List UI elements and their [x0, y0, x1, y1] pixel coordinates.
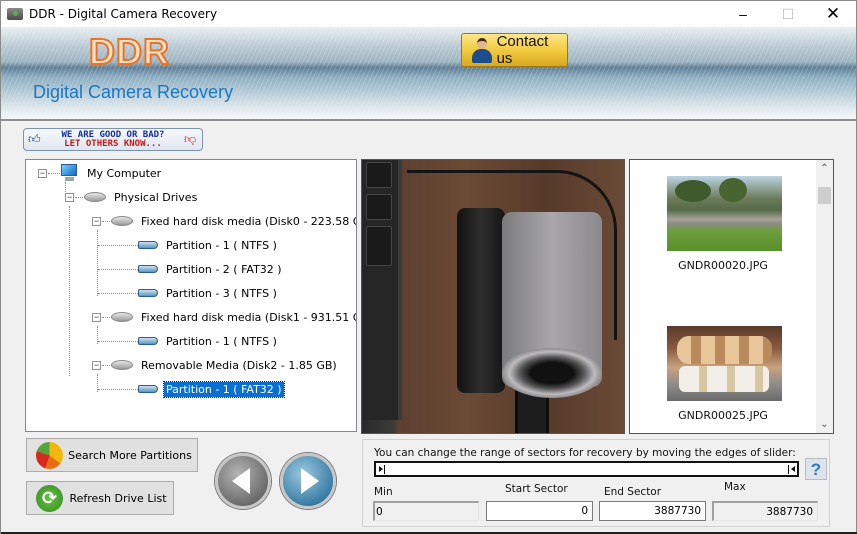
thumbnail-filename: GNDR00020.JPG — [678, 259, 768, 272]
removable-drive-icon — [111, 360, 133, 370]
partition-icon — [138, 265, 158, 273]
tree-node-label: Partition - 1 ( NTFS ) — [166, 238, 277, 252]
thumbs-down-icon: 👎︎ — [184, 132, 197, 146]
drive-tree[interactable]: − − − − − My Computer Physical Drives Fi… — [25, 159, 357, 432]
min-label: Min — [374, 486, 393, 498]
partition-icon — [138, 289, 158, 297]
tree-node-label: Partition - 2 ( FAT32 ) — [166, 262, 282, 276]
rate-line-2: LET OTHERS KNOW... — [64, 138, 162, 149]
thumbnail-image[interactable] — [667, 326, 782, 401]
tree-node-label: My Computer — [87, 166, 162, 180]
slider-end-handle[interactable] — [788, 465, 796, 474]
minimize-button[interactable]: – — [720, 1, 766, 27]
partition-icon — [138, 337, 158, 345]
collapse-toggle[interactable]: − — [92, 313, 101, 322]
app-window: DDR - Digital Camera Recovery – ☐ ✕ DDR … — [0, 0, 857, 534]
recovered-files-list[interactable]: GNDR00020.JPG GNDR00025.JPG ⌃ ⌄ — [629, 159, 834, 434]
hard-drive-icon — [84, 192, 106, 202]
rate-us-button[interactable]: 👍︎ WE ARE GOOD OR BAD? LET OTHERS KNOW..… — [23, 128, 203, 151]
tree-node-partition[interactable]: Partition - 3 ( NTFS ) — [138, 283, 279, 303]
tree-node-label: Partition - 1 ( NTFS ) — [166, 334, 277, 348]
help-button[interactable]: ? — [805, 458, 827, 480]
tree-connector — [98, 245, 138, 246]
close-button[interactable]: ✕ — [810, 1, 856, 27]
hard-drive-icon — [111, 216, 133, 226]
tree-connector — [98, 341, 138, 342]
end-sector-input[interactable]: 3887730 — [599, 501, 706, 521]
tree-node-partition[interactable]: Partition - 1 ( NTFS ) — [138, 331, 279, 351]
maximize-button[interactable]: ☐ — [765, 1, 811, 27]
sector-range-slider[interactable] — [374, 461, 799, 477]
start-sector-input[interactable]: 0 — [486, 501, 593, 521]
ddr-logo: DDR — [88, 30, 170, 73]
max-sector-field: 3887730 — [712, 501, 818, 521]
sector-range-group: You can change the range of sectors for … — [362, 439, 830, 527]
tree-connector — [98, 293, 138, 294]
forward-arrow-icon — [301, 468, 319, 494]
thumbs-up-icon: 👍︎ — [28, 132, 41, 146]
tree-node-label: Partition - 3 ( NTFS ) — [166, 286, 277, 300]
title-bar: DDR - Digital Camera Recovery – ☐ ✕ — [1, 1, 856, 27]
scroll-down-icon[interactable]: ⌄ — [816, 416, 833, 433]
vertical-scrollbar[interactable]: ⌃ ⌄ — [816, 160, 833, 433]
tree-node-disk0[interactable]: Fixed hard disk media (Disk0 - 223.58 GB… — [111, 211, 357, 231]
tree-node-partition[interactable]: Partition - 1 ( NTFS ) — [138, 235, 279, 255]
start-sector-label: Start Sector — [505, 483, 568, 495]
pie-chart-icon — [36, 441, 63, 469]
contact-us-label: Contact us — [496, 33, 549, 67]
tree-node-physical-drives[interactable]: Physical Drives — [84, 187, 199, 207]
refresh-icon: ⟳ — [36, 484, 63, 512]
sector-range-hint: You can change the range of sectors for … — [374, 447, 796, 459]
tree-connector — [98, 389, 138, 390]
refresh-drive-list-button[interactable]: ⟳ Refresh Drive List — [26, 481, 174, 515]
tree-connector — [97, 230, 98, 296]
header-banner: DDR Digital Camera Recovery Contact us — [1, 27, 856, 121]
computer-icon — [59, 164, 79, 182]
camera-app-icon — [7, 8, 23, 20]
slider-start-handle[interactable] — [377, 465, 385, 474]
collapse-toggle[interactable]: − — [65, 193, 74, 202]
tree-connector — [69, 206, 70, 376]
thumbnail-image[interactable] — [667, 176, 782, 251]
tree-node-label: Physical Drives — [114, 190, 198, 204]
end-sector-label: End Sector — [604, 486, 662, 498]
search-more-partitions-button[interactable]: Search More Partitions — [26, 438, 198, 472]
keyboard-graphic — [362, 160, 402, 420]
tree-node-label: Removable Media (Disk2 - 1.85 GB) — [141, 358, 337, 372]
camcorder-graphic — [457, 208, 607, 433]
partition-icon — [138, 385, 158, 393]
next-button[interactable] — [280, 453, 336, 509]
collapse-toggle[interactable]: − — [92, 217, 101, 226]
back-button[interactable] — [215, 453, 271, 509]
window-title: DDR - Digital Camera Recovery — [29, 7, 218, 21]
collapse-toggle[interactable]: − — [92, 361, 101, 370]
button-label: Search More Partitions — [68, 448, 192, 462]
tree-node-label: Fixed hard disk media (Disk1 - 931.51 GB… — [141, 310, 357, 324]
tree-node-my-computer[interactable]: My Computer — [59, 163, 163, 183]
collapse-toggle[interactable]: − — [38, 169, 47, 178]
camera-preview-image — [361, 159, 625, 434]
tree-node-label: Partition - 1 ( FAT32 ) — [163, 380, 285, 398]
tree-node-disk2[interactable]: Removable Media (Disk2 - 1.85 GB) — [111, 355, 339, 375]
tree-connector — [98, 269, 138, 270]
thumbnail-filename: GNDR00025.JPG — [678, 409, 768, 422]
app-subtitle: Digital Camera Recovery — [33, 82, 234, 102]
hard-drive-icon — [111, 312, 133, 322]
tree-node-label: Fixed hard disk media (Disk0 - 223.58 GB… — [141, 214, 357, 228]
scroll-thumb[interactable] — [818, 187, 831, 204]
min-sector-field: 0 — [373, 501, 479, 521]
button-label: Refresh Drive List — [69, 491, 167, 505]
contact-us-button[interactable]: Contact us — [461, 33, 568, 67]
tree-node-partition[interactable]: Partition - 2 ( FAT32 ) — [138, 259, 284, 279]
tree-node-disk1[interactable]: Fixed hard disk media (Disk1 - 931.51 GB… — [111, 307, 357, 327]
scroll-up-icon[interactable]: ⌃ — [816, 160, 833, 177]
partition-icon — [138, 241, 158, 249]
support-person-icon — [471, 37, 493, 63]
back-arrow-icon — [232, 468, 250, 494]
rate-us-text: WE ARE GOOD OR BAD? LET OTHERS KNOW... — [42, 130, 184, 149]
max-label: Max — [724, 481, 746, 493]
tree-node-partition-selected[interactable]: Partition - 1 ( FAT32 ) — [138, 379, 285, 399]
